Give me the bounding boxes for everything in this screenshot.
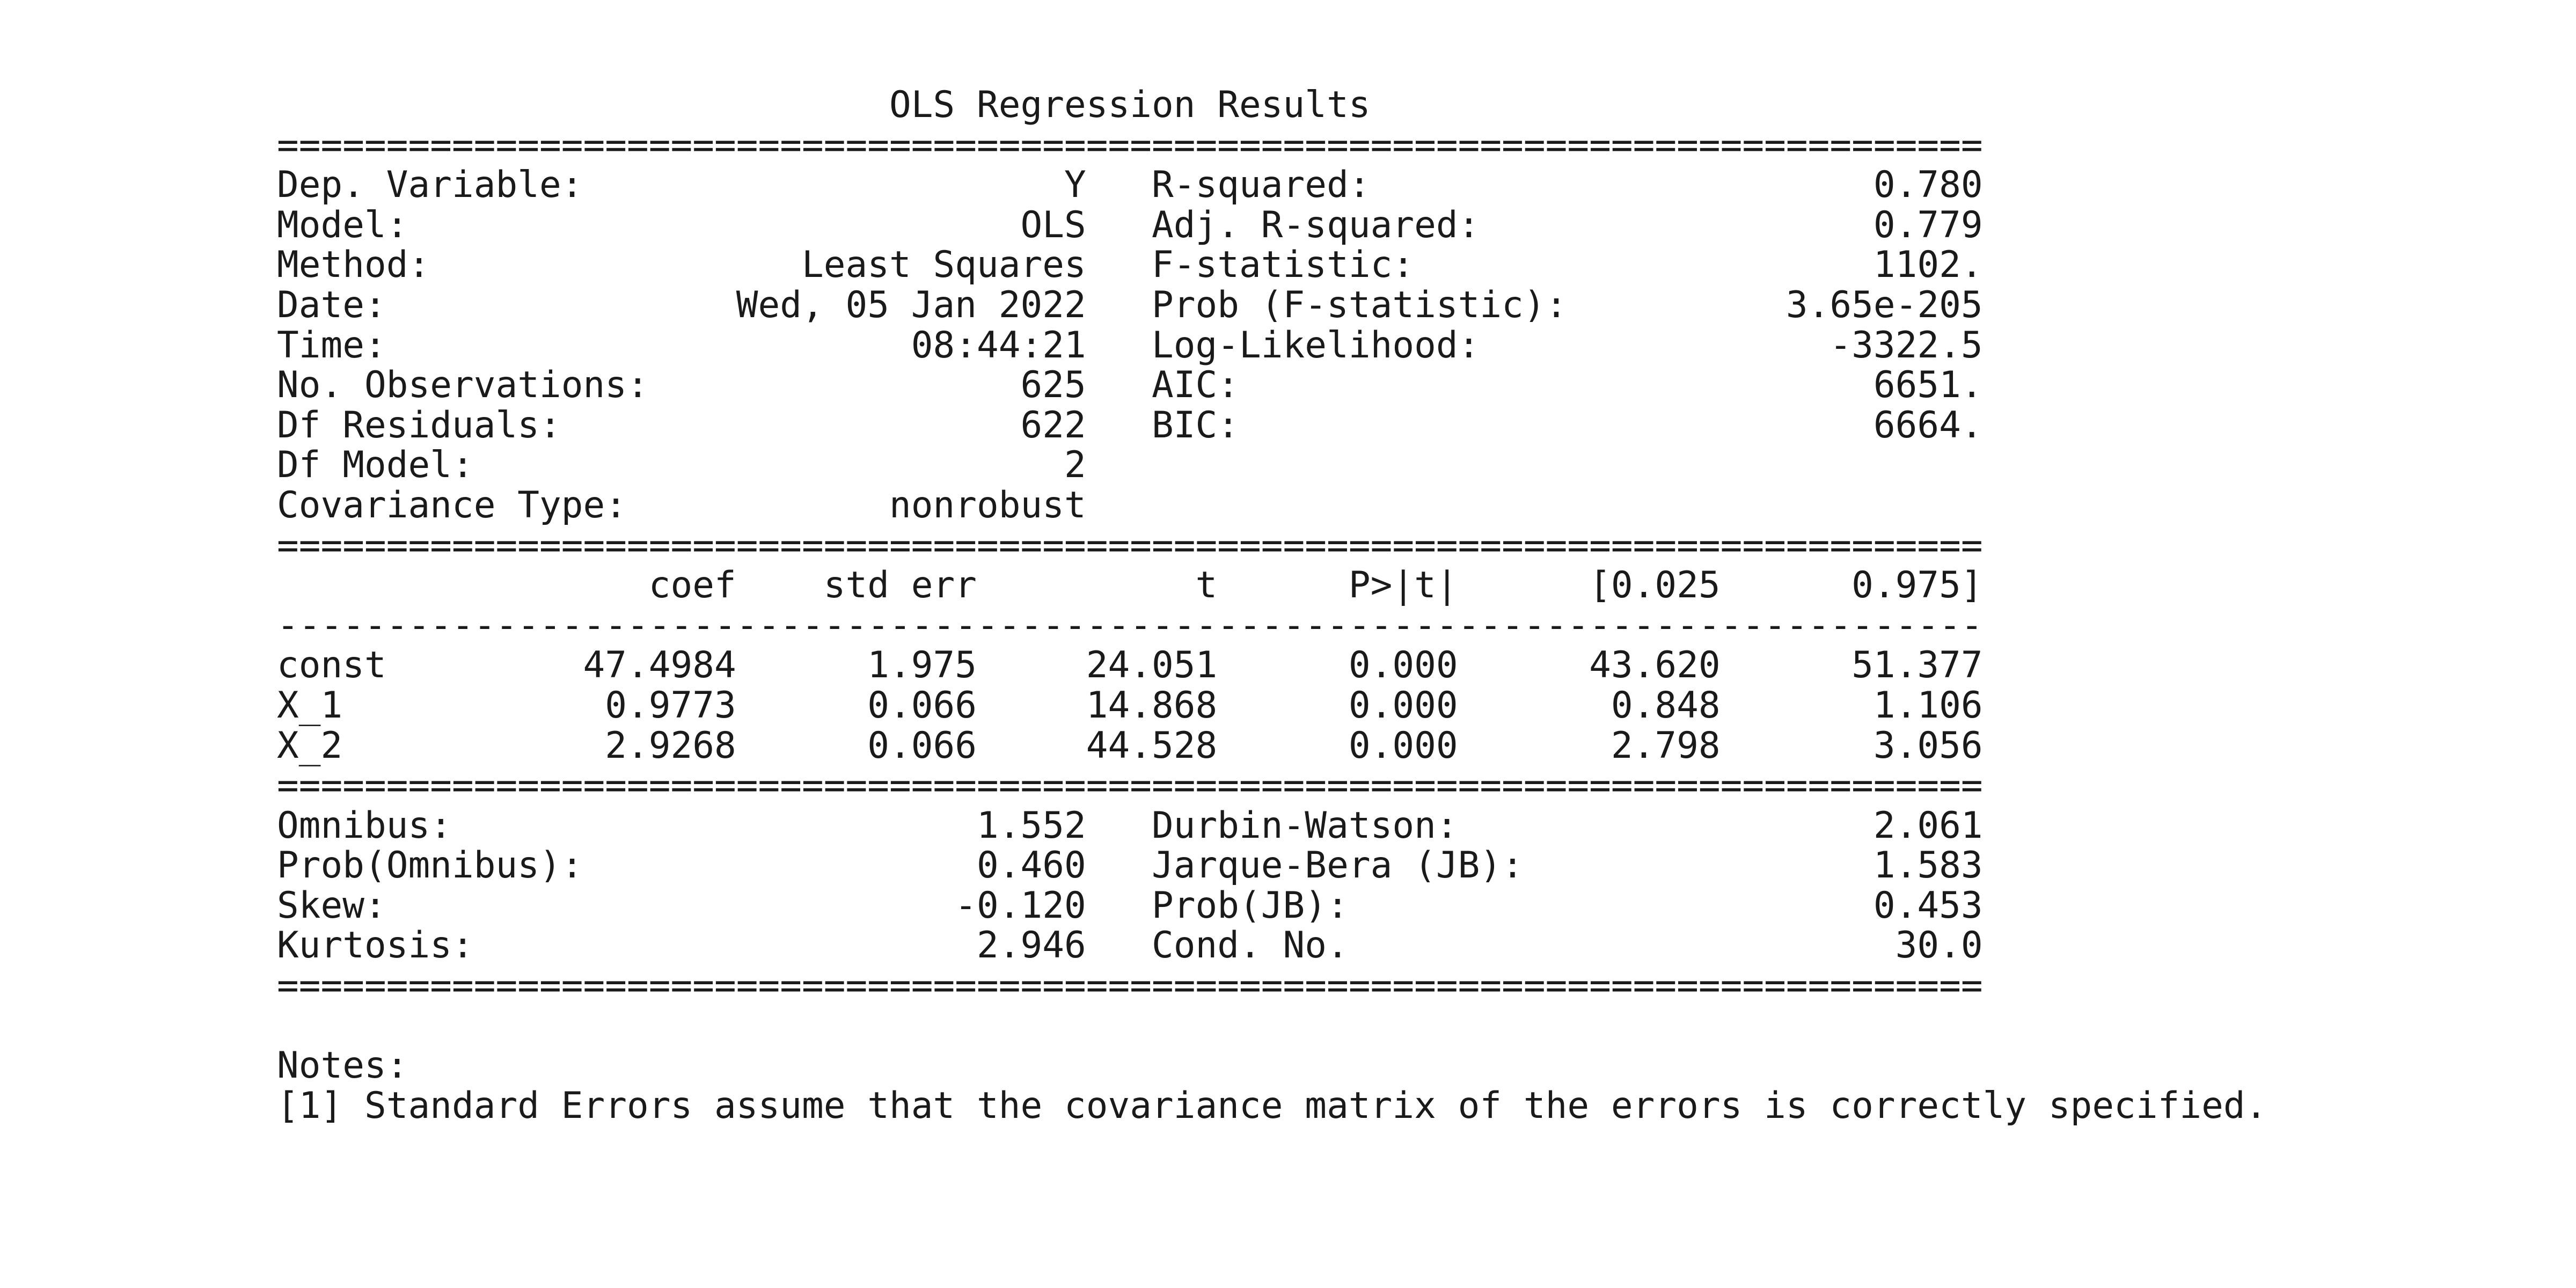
coef-row-2: X_2 2.9268 0.066 44.528 0.000 2.798 3.05… xyxy=(277,723,1983,766)
diagnostics-row-1: Prob(Omnibus): 0.460 Jarque-Bera (JB): 1… xyxy=(277,844,1983,887)
model-info-row-2: Method: Least Squares F-statistic: 1102. xyxy=(277,243,1983,286)
separator-bottom: ========================================… xyxy=(277,964,1983,1007)
separator-coef-top: ========================================… xyxy=(277,523,1983,566)
model-info-row-4: Time: 08:44:21 Log-Likelihood: -3322.5 xyxy=(277,323,1983,366)
diagnostics-row-2: Skew: -0.120 Prob(JB): 0.453 xyxy=(277,883,1983,926)
model-info-row-7: Df Model: 2 xyxy=(277,443,1086,486)
coef-row-1: X_1 0.9773 0.066 14.868 0.000 0.848 1.10… xyxy=(277,683,1983,726)
notes-heading: Notes: xyxy=(277,1044,408,1087)
model-info-row-3: Date: Wed, 05 Jan 2022 Prob (F-statistic… xyxy=(277,283,1983,326)
model-info-row-1: Model: OLS Adj. R-squared: 0.779 xyxy=(277,203,1983,246)
model-info-row-5: No. Observations: 625 AIC: 6651. xyxy=(277,363,1983,406)
summary-title: OLS Regression Results xyxy=(277,83,1371,126)
separator-top: ========================================… xyxy=(277,123,1983,166)
coef-header-row: coef std err t P>|t| [0.025 0.975] xyxy=(277,564,1983,606)
coef-row-0: const 47.4984 1.975 24.051 0.000 43.620 … xyxy=(277,643,1983,686)
regression-summary: OLS Regression Results ==================… xyxy=(277,83,2267,1126)
model-info-row-6: Df Residuals: 622 BIC: 6664. xyxy=(277,403,1983,446)
separator-diagnostics-top: ========================================… xyxy=(277,764,1983,807)
separator-coef-header: ----------------------------------------… xyxy=(277,603,1983,646)
diagnostics-row-0: Omnibus: 1.552 Durbin-Watson: 2.061 xyxy=(277,803,1983,846)
model-info-row-8: Covariance Type: nonrobust xyxy=(277,483,1086,526)
diagnostics-row-3: Kurtosis: 2.946 Cond. No. 30.0 xyxy=(277,924,1983,967)
model-info-row-0: Dep. Variable: Y R-squared: 0.780 xyxy=(277,163,1983,206)
note-line-0: [1] Standard Errors assume that the cova… xyxy=(277,1084,2267,1126)
